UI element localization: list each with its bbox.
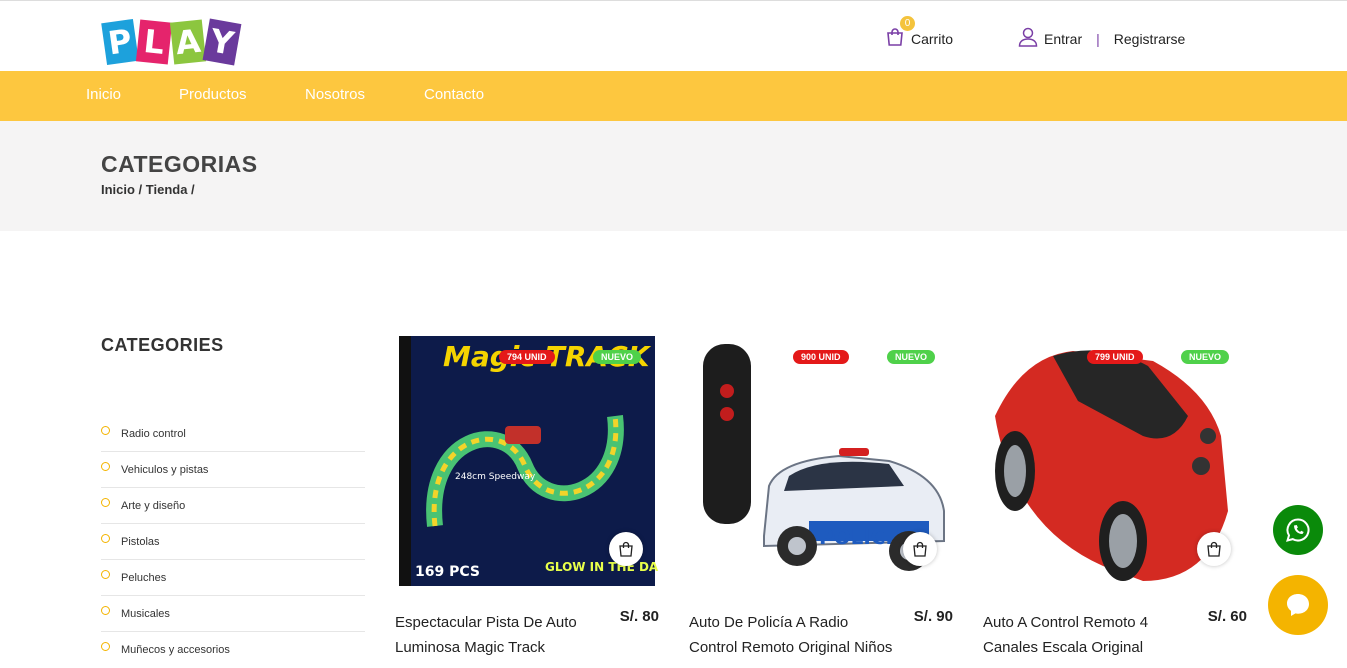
stock-badge: 900 UNID <box>793 350 849 364</box>
shopping-bag-icon <box>885 27 905 50</box>
sidebar-title: CATEGORIES <box>101 335 224 355</box>
box-length-label: 248cm Speedway <box>455 472 536 482</box>
stock-badge: 799 UNID <box>1087 350 1143 364</box>
shopping-bag-icon <box>913 541 927 557</box>
box-tagline: GLOW IN THE DARK <box>545 560 659 574</box>
bullet-icon <box>101 534 110 543</box>
new-badge: NUEVO <box>1181 350 1230 364</box>
box-pieces-label: 169 PCS <box>415 564 480 580</box>
add-to-cart-button[interactable] <box>903 532 937 566</box>
category-item[interactable]: Musicales <box>101 596 365 632</box>
new-badge: NUEVO <box>887 350 936 364</box>
add-to-cart-button[interactable] <box>1197 532 1231 566</box>
cart-label: Carrito <box>911 30 954 47</box>
main-nav: Inicio Productos Nosotros Contacto <box>0 71 1347 121</box>
logo-letter-y: Y <box>202 18 242 66</box>
whatsapp-button[interactable] <box>1273 505 1323 555</box>
page-title: CATEGORIAS <box>101 151 258 177</box>
product-price: S/. 60 <box>1207 608 1247 625</box>
category-item[interactable]: Pistolas <box>101 524 365 560</box>
product-price: S/. 80 <box>619 608 659 625</box>
product-image-magic-track[interactable]: Magic TRACK 248cm Speedway 169 PCS GLOW … <box>395 336 659 586</box>
category-item[interactable]: Arte y diseño <box>101 488 365 524</box>
category-item[interactable]: Peluches <box>101 560 365 596</box>
account-links: Entrar | Registrarse <box>1018 27 1185 50</box>
whatsapp-icon <box>1286 518 1310 542</box>
cart-count-badge: 0 <box>900 16 915 31</box>
top-header: P L A Y 0 Carrito Entrar | Registrarse <box>0 0 1347 71</box>
product-card[interactable]: Magic TRACK 248cm Speedway 169 PCS GLOW … <box>395 336 659 656</box>
nav-item-nosotros[interactable]: Nosotros <box>305 86 365 103</box>
register-link[interactable]: Registrarse <box>1114 31 1186 47</box>
bullet-icon <box>101 426 110 435</box>
category-item[interactable]: Vehiculos y pistas <box>101 452 365 488</box>
bullet-icon <box>101 606 110 615</box>
category-item[interactable]: Radio control <box>101 416 365 452</box>
nav-item-inicio[interactable]: Inicio <box>86 86 121 103</box>
logo-letter-a: A <box>169 19 207 65</box>
logo-letter-p: P <box>101 18 139 66</box>
product-price: S/. 90 <box>913 608 953 625</box>
login-link[interactable]: Entrar <box>1044 31 1082 47</box>
product-image-red-car[interactable]: 799 UNID NUEVO <box>983 336 1247 586</box>
page-banner: CATEGORIAS Inicio / Tienda / <box>0 121 1347 231</box>
new-badge: NUEVO <box>593 350 642 364</box>
product-card[interactable]: POLICE 900 UNID NUEVO Auto De Policía A … <box>689 336 953 656</box>
bullet-icon <box>101 498 110 507</box>
play-logo[interactable]: P L A Y <box>101 18 242 66</box>
shopping-bag-icon <box>619 541 633 557</box>
car-text: POLICE <box>819 525 899 549</box>
product-card[interactable]: 799 UNID NUEVO Auto A Control Remoto 4 C… <box>983 336 1247 656</box>
bullet-icon <box>101 570 110 579</box>
cart-link[interactable]: 0 Carrito <box>885 16 954 50</box>
chat-bubble-icon <box>1287 594 1309 616</box>
user-icon <box>1018 27 1038 50</box>
category-list: Radio control Vehiculos y pistas Arte y … <box>101 416 365 668</box>
stock-badge: 794 UNID <box>499 350 555 364</box>
bullet-icon <box>101 462 110 471</box>
bullet-icon <box>101 642 110 651</box>
nav-item-contacto[interactable]: Contacto <box>424 86 484 103</box>
shopping-bag-icon <box>1207 541 1221 557</box>
breadcrumb: Inicio / Tienda / <box>101 182 195 197</box>
logo-letter-l: L <box>135 19 173 65</box>
category-sidebar: CATEGORIES Radio control Vehiculos y pis… <box>101 335 365 668</box>
product-image-police-car[interactable]: POLICE 900 UNID NUEVO <box>689 336 953 586</box>
category-item[interactable]: Muñecos y accesorios <box>101 632 365 668</box>
chat-widget-button[interactable] <box>1268 575 1328 635</box>
nav-item-productos[interactable]: Productos <box>179 86 247 103</box>
add-to-cart-button[interactable] <box>609 532 643 566</box>
link-separator: | <box>1096 30 1100 47</box>
